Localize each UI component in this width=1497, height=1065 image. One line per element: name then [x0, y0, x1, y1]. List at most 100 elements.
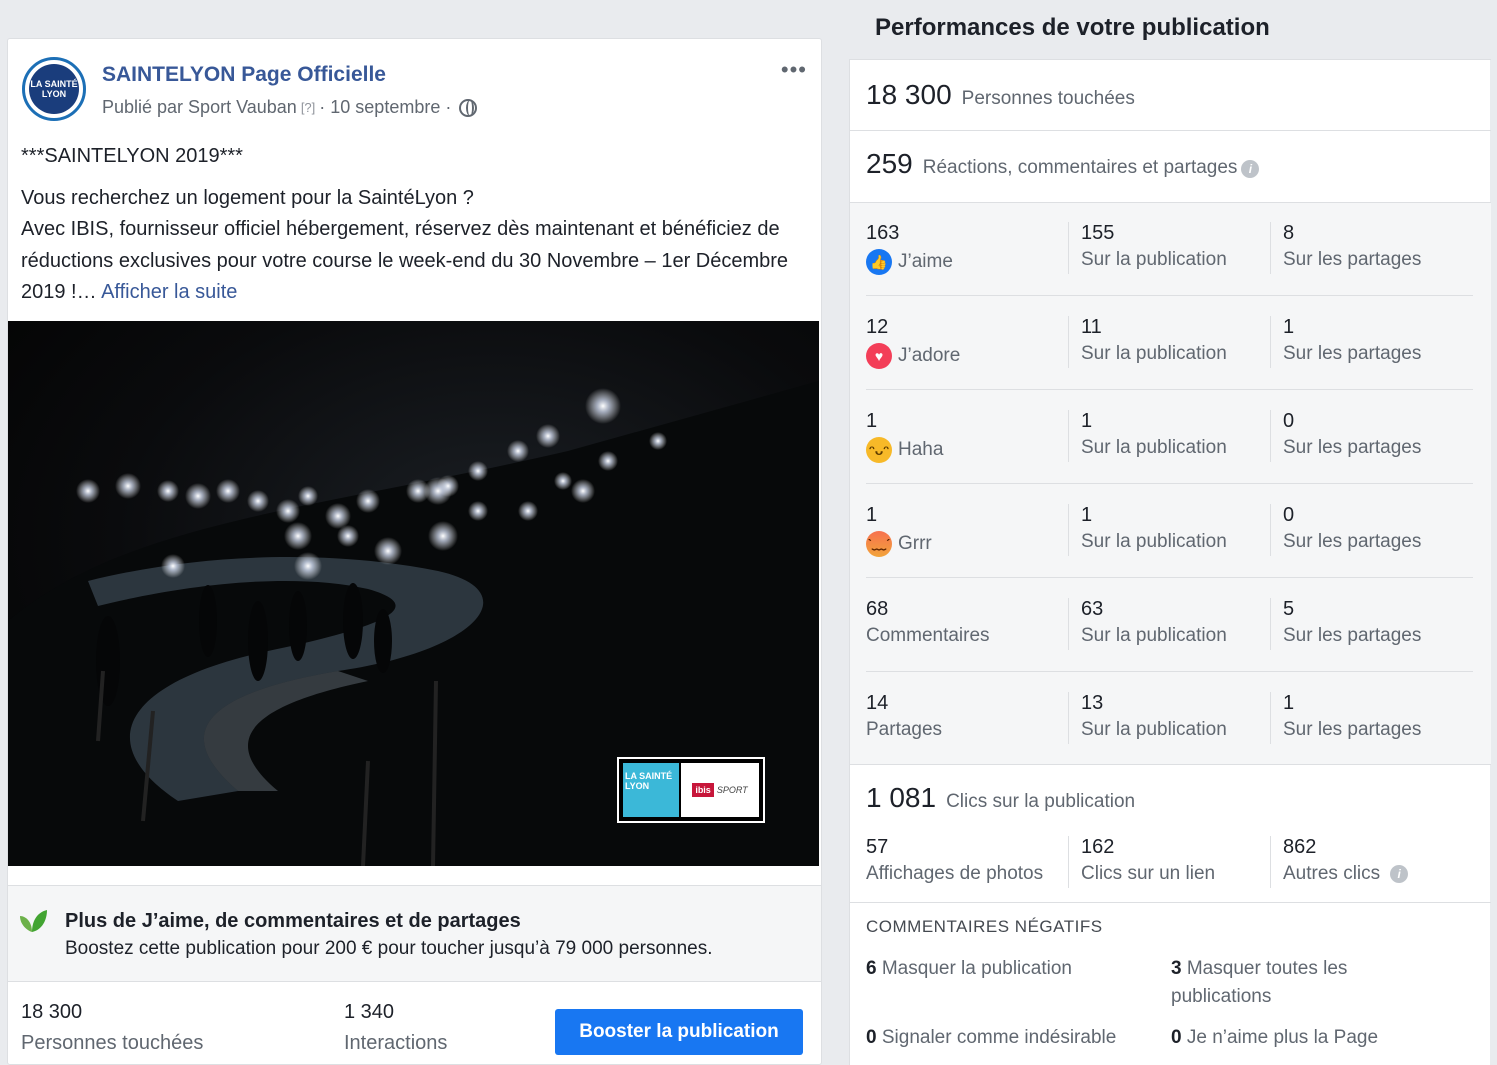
- other-clicks-label: Autres clics i: [1283, 863, 1470, 885]
- help-marker[interactable]: [?]: [301, 100, 315, 115]
- post-text: ***SAINTELYON 2019*** Vous recherchez un…: [21, 141, 811, 309]
- comments-row: 68 Commentaires 63 Sur la publication 5 …: [866, 578, 1473, 672]
- neg-count: 3: [1171, 958, 1182, 979]
- on-shares-label: Sur les partages: [1283, 343, 1422, 364]
- reaction-label: ᵔᴗᵔ Haha: [866, 437, 1066, 463]
- on-post-label: Sur la publication: [1081, 625, 1227, 646]
- post-stats: 18 300 Personnes touchées 1 340 Interact…: [8, 983, 821, 1065]
- reaction-name: Grrr: [898, 533, 932, 554]
- reaction-name: J’aime: [898, 251, 953, 272]
- interactions-value: 1 340: [344, 1001, 395, 1023]
- on-shares-label: Sur les partages: [1283, 625, 1422, 646]
- reaction-count: 1: [866, 504, 878, 526]
- post-date[interactable]: · 10 septembre ·: [319, 97, 451, 118]
- reaction-label: 👍 J’aime: [866, 249, 1066, 275]
- reach-stat[interactable]: 18 300 Personnes touchées: [21, 1001, 203, 1055]
- on-shares-count: 1: [1283, 692, 1295, 714]
- neg-label: Je n’aime plus la Page: [1186, 1027, 1379, 1048]
- reaction-row-angry: 1 ˋ﹏ˊ Grrr 1 Sur la publication 0 Sur les…: [866, 484, 1473, 578]
- shares-row: 14 Partages 13 Sur la publication 1 Sur …: [866, 672, 1473, 766]
- on-post-label: Sur la publication: [1081, 531, 1227, 552]
- negative-feedback-title: COMMENTAIRES NÉGATIFS: [866, 917, 1103, 936]
- on-post-cell: 11 Sur la publication: [1068, 316, 1268, 368]
- reaction-row-love: 12 ♥ J’adore 11 Sur la publication 1 Sur …: [866, 296, 1473, 390]
- see-more-link[interactable]: Afficher la suite: [101, 281, 237, 303]
- post-image[interactable]: LA SAINTÉ LYON ibis SPORT: [8, 321, 819, 866]
- on-shares-count: 0: [1283, 410, 1295, 432]
- like-icon: 👍: [866, 249, 892, 275]
- photo-views-count: 57: [866, 836, 889, 858]
- other-clicks-count: 862: [1283, 836, 1317, 858]
- on-post-label: Sur la publication: [1081, 719, 1227, 740]
- globe-icon: [459, 98, 478, 117]
- photo-views-label: Affichages de photos: [866, 863, 1044, 884]
- reaction-total: 12 ♥ J’adore: [866, 316, 1066, 369]
- on-shares-label: Sur les partages: [1283, 531, 1422, 552]
- negative-report-spam: 0 Signaler comme indésirable: [866, 1024, 1166, 1052]
- post-body-line: Vous recherchez un logement pour la Sain…: [21, 186, 474, 209]
- on-shares-cell: 5 Sur les partages: [1270, 598, 1470, 650]
- divider: [850, 59, 1491, 60]
- performance-panel: 18 300 Personnes touchées 259 Réactions,…: [849, 59, 1491, 1065]
- page-name-link[interactable]: SAINTELYON Page Officielle: [102, 63, 386, 87]
- link-clicks-cell: 162 Clics sur un lien: [1068, 836, 1268, 888]
- reaction-row-haha: 1 ᵔᴗᵔ Haha 1 Sur la publication 0 Sur les…: [866, 390, 1473, 484]
- on-post-label: Sur la publication: [1081, 343, 1227, 364]
- reach-value: 18 300: [21, 1001, 83, 1023]
- on-shares-cell: 1 Sur les partages: [1270, 316, 1470, 368]
- boost-post-button[interactable]: Booster la publication: [555, 1009, 803, 1055]
- sponsor-event-logo: LA SAINTÉ LYON: [623, 763, 679, 817]
- reactions-breakdown: 163 👍 J’aime 155 Sur la publication 8 Sur…: [850, 202, 1491, 765]
- comments-total: 68 Commentaires: [866, 598, 1066, 650]
- more-options-icon[interactable]: •••: [781, 59, 807, 81]
- on-shares-cell: 0 Sur les partages: [1270, 504, 1470, 556]
- post-card: LA SAINTÉ LYON SAINTELYON Page Officiell…: [7, 38, 822, 1065]
- engagement-label: Réactions, commentaires et partages: [922, 157, 1238, 178]
- panel-title: Performances de votre publication: [875, 14, 1270, 41]
- on-post-label: Sur la publication: [1081, 437, 1227, 458]
- on-post-count: 63: [1081, 598, 1104, 620]
- info-icon[interactable]: i: [1390, 865, 1409, 883]
- boost-promo: Plus de J’aime, de commentaires et de pa…: [8, 885, 821, 982]
- on-shares-count: 5: [1283, 598, 1295, 620]
- haha-icon: ᵔᴗᵔ: [866, 437, 892, 463]
- interactions-stat[interactable]: 1 340 Interactions: [344, 1001, 447, 1055]
- post-meta: Publié par Sport Vauban [?] · 10 septemb…: [102, 97, 478, 118]
- neg-label: Signaler comme indésirable: [881, 1027, 1117, 1048]
- on-post-label: Sur la publication: [1081, 249, 1227, 270]
- shares-label: Partages: [866, 719, 943, 740]
- neg-label: Masquer toutes les publications: [1171, 958, 1348, 1007]
- reach-total-label: Personnes touchées: [961, 88, 1135, 109]
- love-icon: ♥: [866, 343, 892, 369]
- reaction-name: Haha: [898, 439, 944, 460]
- sponsor-logo-badge: LA SAINTÉ LYON ibis SPORT: [617, 757, 765, 823]
- engagement-row: 259 Réactions, commentaires et partages …: [850, 148, 1491, 180]
- angry-icon: ˋ﹏ˊ: [866, 531, 892, 557]
- link-clicks-count: 162: [1081, 836, 1115, 858]
- sponsor-brand-logo: ibis SPORT: [681, 763, 759, 817]
- comments-count: 68: [866, 598, 889, 620]
- on-shares-count: 8: [1283, 222, 1295, 244]
- reaction-count: 1: [866, 410, 878, 432]
- reaction-total: 163 👍 J’aime: [866, 222, 1066, 275]
- info-icon[interactable]: i: [1241, 160, 1260, 178]
- on-post-count: 11: [1081, 316, 1102, 338]
- on-post-cell: 63 Sur la publication: [1068, 598, 1268, 650]
- engagement-total: 259: [866, 148, 913, 179]
- page-avatar[interactable]: LA SAINTÉ LYON: [22, 57, 86, 121]
- clicks-label: Clics sur la publication: [946, 791, 1136, 812]
- neg-count: 6: [866, 958, 877, 979]
- on-shares-cell: 1 Sur les partages: [1270, 692, 1470, 744]
- post-body: Vous recherchez un logement pour la Sain…: [21, 183, 811, 309]
- shares-count: 14: [866, 692, 889, 714]
- on-post-count: 1: [1081, 504, 1093, 526]
- neg-count: 0: [866, 1027, 877, 1048]
- neg-label: Masquer la publication: [881, 958, 1072, 979]
- on-post-count: 1: [1081, 410, 1093, 432]
- reach-label: Personnes touchées: [21, 1032, 204, 1054]
- reaction-label: ˋ﹏ˊ Grrr: [866, 531, 1066, 557]
- on-post-cell: 1 Sur la publication: [1068, 504, 1268, 556]
- published-by[interactable]: Publié par Sport Vauban: [102, 97, 297, 118]
- reach-total: 18 300: [866, 79, 952, 110]
- clicks-row: 1 081 Clics sur la publication: [850, 782, 1491, 814]
